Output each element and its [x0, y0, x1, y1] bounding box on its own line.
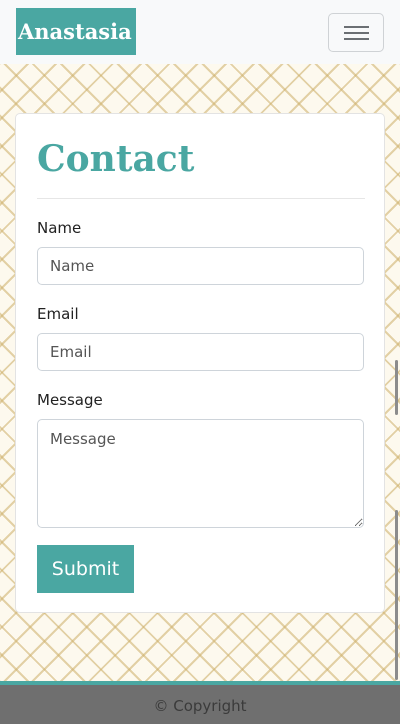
scrollbar-track[interactable]: [395, 510, 398, 680]
page-title: Contact: [37, 138, 195, 180]
email-label: Email: [37, 305, 79, 323]
navbar-toggle-button[interactable]: [328, 13, 384, 52]
contact-card: Contact Name Email Message Submit: [15, 113, 385, 613]
hamburger-menu-icon: [344, 23, 369, 43]
footer: © Copyright: [0, 681, 400, 724]
name-label: Name: [37, 219, 82, 237]
title-divider: [37, 198, 365, 199]
message-textarea[interactable]: [37, 419, 364, 528]
name-input[interactable]: [37, 247, 364, 285]
message-label: Message: [37, 391, 103, 409]
submit-button[interactable]: Submit: [37, 545, 134, 593]
email-input[interactable]: [37, 333, 364, 371]
navbar: Anastasia Ilina: [0, 0, 400, 64]
copyright-text: © Copyright: [153, 697, 247, 715]
brand-logo[interactable]: Anastasia Ilina: [16, 8, 136, 55]
scrollbar-thumb[interactable]: [395, 360, 398, 415]
